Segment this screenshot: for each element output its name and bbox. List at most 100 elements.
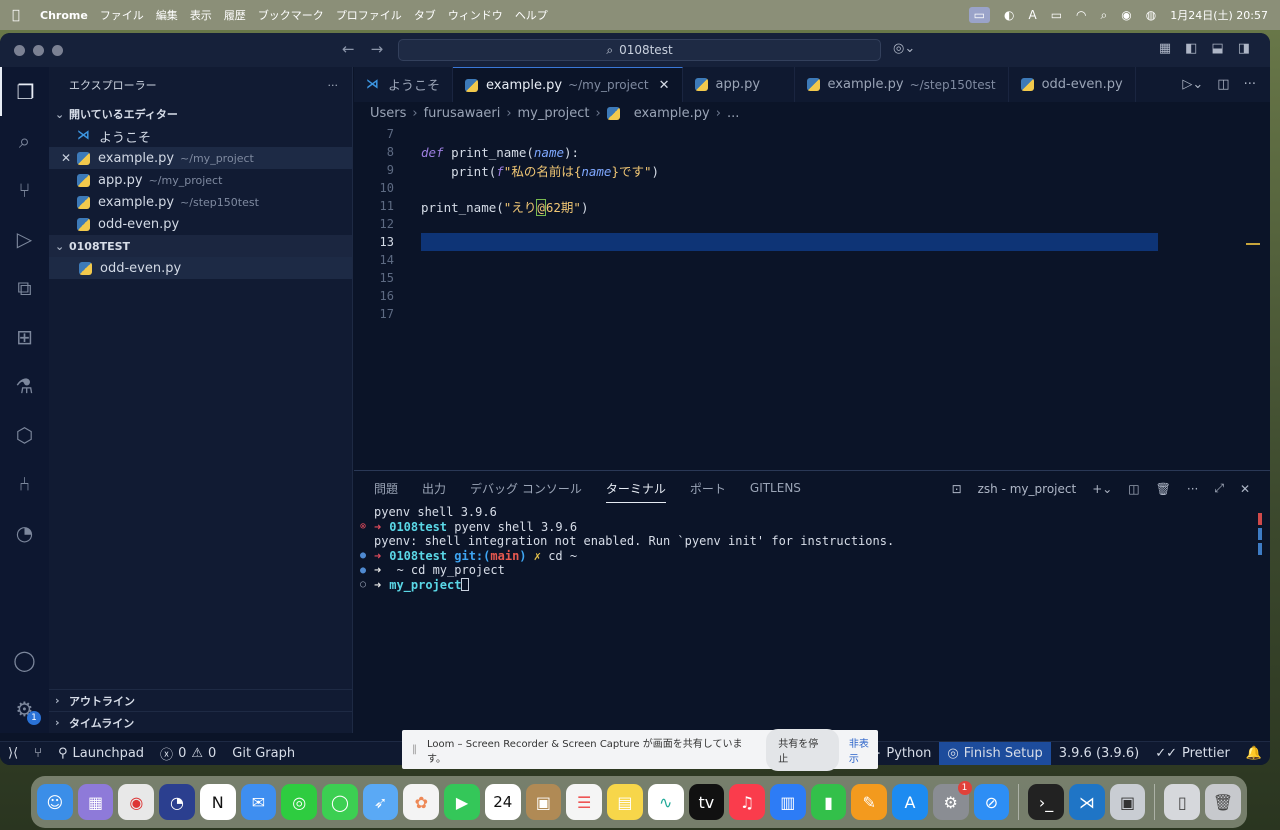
finish-setup-button[interactable]: ◎ Finish Setup [939,741,1051,765]
more-actions-icon[interactable]: ··· [1187,482,1198,496]
music-icon[interactable]: ♫ [729,784,765,820]
apple-tv-icon[interactable]: tv [688,784,725,820]
open-editor-item[interactable]: odd-even.py [49,213,352,235]
spotlight-search-icon[interactable]: ⌕ [1101,8,1108,23]
launchpad-app-icon[interactable]: ▦ [77,784,114,820]
folder-file-item[interactable]: odd-even.py [49,257,352,279]
python-interpreter[interactable]: 3.9.6 (3.9.6) [1051,746,1147,761]
zoom-window-button[interactable] [52,44,63,56]
wifi-icon[interactable]: ◠ [1076,8,1086,22]
notifications-bell-icon[interactable]: 🔔 [1238,746,1270,761]
input-mode-indicator[interactable]: A [1028,8,1036,22]
customize-layout-icon[interactable]: ▦ [1159,41,1171,56]
problems-status[interactable]: ⓧ 0 ⚠ 0 [152,744,224,763]
keynote-icon[interactable]: ▥ [769,784,806,820]
open-editor-item[interactable]: ⋊ ようこそ [49,125,352,147]
menu-tab[interactable]: タブ [414,7,436,23]
terminal-output[interactable]: pyenv shell 3.9.6 ⊗ ➜ 0108test pyenv shell… [354,505,1270,592]
menu-history[interactable]: 履歴 [224,7,246,23]
tab-terminal[interactable]: ターミナル [605,480,666,503]
screen-share-icon[interactable]: ▭ [968,7,990,23]
messages-icon[interactable]: ◯ [322,784,358,820]
apple-icon[interactable]:  [12,8,26,23]
drag-handle-icon[interactable]: ‖ [412,744,417,755]
containers-icon[interactable]: ⬡ [0,410,49,459]
tab-debug-console[interactable]: デバッグ コンソール [470,480,582,497]
more-actions-icon[interactable]: ··· [328,79,339,92]
tab-output[interactable]: 出力 [422,480,446,497]
reminders-icon[interactable]: ☰ [566,784,603,820]
back-arrow-icon[interactable]: ← [342,40,355,58]
folder-section[interactable]: ⌄ 0108TEST [49,235,352,257]
hide-banner-button[interactable]: 非表示 [849,735,878,765]
menu-profiles[interactable]: プロファイル [336,7,402,23]
split-editor-icon[interactable]: ◫ [1217,77,1229,92]
tab-example-my-project[interactable]: example.py ~/my_project ✕ [453,67,683,102]
facetime-icon[interactable]: ▶ [444,784,480,820]
menu-edit[interactable]: 編集 [156,7,178,23]
tab-gitlens[interactable]: GITLENS [750,481,801,495]
kill-terminal-icon[interactable]: 🗑 [1156,482,1171,496]
loom-icon[interactable]: ◔ [159,784,195,820]
documents-folder-icon[interactable]: ▯ [1164,784,1201,820]
new-terminal-icon[interactable]: +⌄ [1092,482,1112,496]
open-editors-section[interactable]: ⌄ 開いているエディター [49,103,352,125]
tab-example-step150test[interactable]: example.py ~/step150test [795,67,1009,102]
breadcrumb-item[interactable]: example.py [634,106,710,121]
safari-icon[interactable]: ⊘ [973,784,1010,820]
copilot-icon[interactable]: ◎⌄ [893,41,915,56]
freeform-icon[interactable]: ∿ [647,784,684,820]
terminal-selector[interactable]: zsh - my_project [978,482,1077,496]
tab-problems[interactable]: 問題 [374,480,398,497]
vscode-app-icon[interactable]: ⋊ [1068,784,1105,820]
finder-icon[interactable]: ☺ [37,784,73,820]
menu-view[interactable]: 表示 [190,7,212,23]
open-editor-item[interactable]: app.py ~/my_project [49,169,352,191]
close-editor-icon[interactable]: ✕ [61,151,71,165]
minimize-window-button[interactable] [33,44,44,56]
forward-arrow-icon[interactable]: → [371,40,384,58]
tab-app[interactable]: app.py [683,67,795,102]
command-center-search[interactable]: ⌕ 0108test [398,39,881,61]
notion-icon[interactable]: N [199,784,236,820]
search-view-icon[interactable]: ⌕ [0,116,49,165]
code-editor[interactable]: 7 8 def print_name(name): 9 print(f"私の名前… [354,125,1270,470]
breadcrumb-item[interactable]: ... [727,106,739,121]
account-icon[interactable]: ◯ [0,635,49,684]
gitlens-icon[interactable]: ◔ [0,508,49,557]
prettier-status[interactable]: ✓✓ Prettier [1147,746,1238,761]
extensions-icon[interactable]: ⊞ [0,312,49,361]
settings-gear-icon[interactable]: ⚙ 1 [0,684,49,733]
maps-icon[interactable]: ➶ [362,784,399,820]
toggle-secondary-sidebar-icon[interactable]: ◨ [1238,41,1250,56]
contacts-icon[interactable]: ▣ [525,784,562,820]
tab-ports[interactable]: ポート [690,480,726,497]
system-settings-icon[interactable]: ⚙ 1 [932,781,972,820]
launchpad-status[interactable]: ⚲ Launchpad [50,746,152,761]
toggle-sidebar-icon[interactable]: ◧ [1185,41,1197,56]
terminal-scrollbar[interactable] [1258,513,1262,558]
loom-status-icon[interactable]: ◐ [1004,8,1014,22]
close-tab-icon[interactable]: ✕ [659,78,670,93]
notes-icon[interactable]: ▤ [607,784,643,820]
toggle-panel-icon[interactable]: ⬓ [1211,41,1223,56]
run-debug-icon[interactable]: ▷ [0,214,49,263]
control-center-icon[interactable]: ◉ [1121,8,1131,22]
menu-window[interactable]: ウィンドウ [448,7,503,23]
outline-section[interactable]: › アウトライン [49,689,352,711]
menubar-clock[interactable]: 1月24日(土) 20:57 [1170,7,1268,23]
timeline-section[interactable]: › タイムライン [49,711,352,733]
split-terminal-icon[interactable]: ◫ [1128,482,1139,496]
menu-chrome[interactable]: Chrome [40,9,88,22]
menu-file[interactable]: ファイル [100,7,144,23]
testing-icon[interactable]: ⚗ [0,361,49,410]
photos-icon[interactable]: ✿ [403,784,440,820]
close-panel-icon[interactable]: ✕ [1240,482,1250,496]
menu-help[interactable]: ヘルプ [515,7,548,23]
remote-indicator-icon[interactable]: ⟩⟨ [0,746,26,761]
breadcrumb-item[interactable]: Users [370,106,406,121]
remote-explorer-icon[interactable]: ⧉ [0,263,49,312]
tab-welcome[interactable]: ⋊ ようこそ [354,67,454,102]
open-editor-item[interactable]: ✕ example.py ~/my_project [49,147,352,169]
battery-icon[interactable]: ▭ [1051,8,1062,22]
